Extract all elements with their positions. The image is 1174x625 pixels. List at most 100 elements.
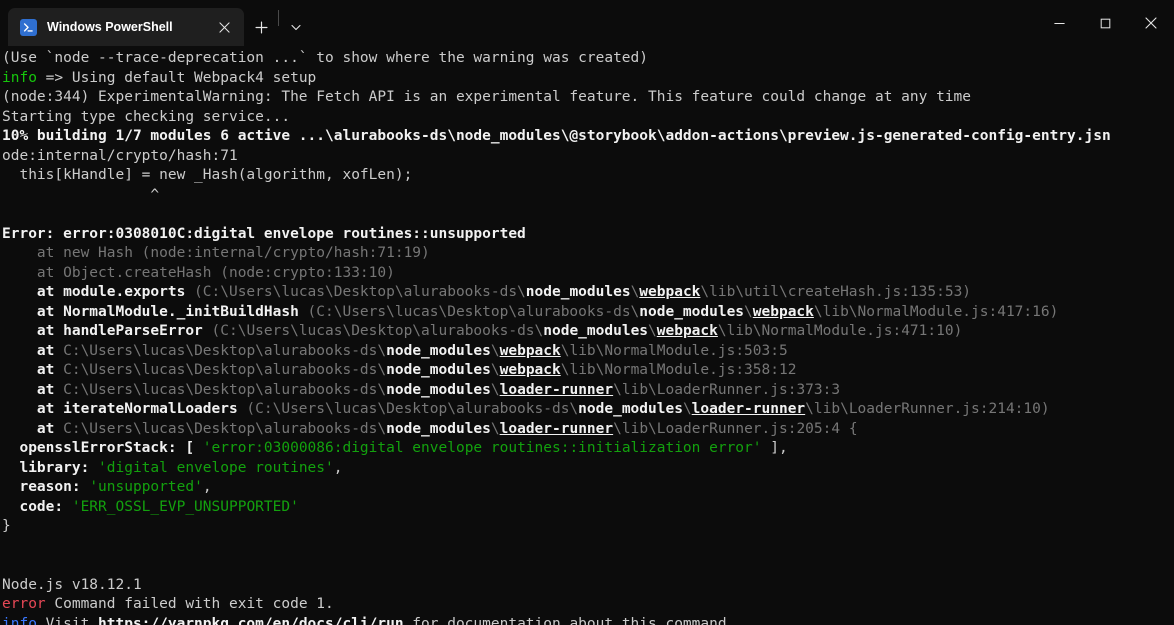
terminal-text: \lib\util\createHash.js:135:53) (700, 284, 972, 300)
close-tab-icon[interactable] (210, 13, 238, 41)
tab-dropdown-button[interactable] (279, 8, 313, 46)
terminal-text: at Object.createHash (node:crypto:133:10… (2, 264, 395, 281)
terminal-text: Visit (36, 615, 99, 625)
terminal-line: at C:\Users\lucas\Desktop\alurabooks-ds\… (2, 342, 1174, 362)
minimize-button[interactable] (1036, 0, 1082, 46)
terminal-line: at iterateNormalLoaders (C:\Users\lucas\… (2, 400, 1174, 420)
path-hyperlink[interactable]: webpack (500, 362, 561, 378)
terminal-text: at (2, 342, 55, 359)
chevron-down-icon (291, 24, 301, 31)
terminal-text: node_modules (639, 303, 745, 320)
terminal-text: code: (2, 498, 72, 515)
terminal-text: this[kHandle] = new _Hash(algorithm, xof… (2, 167, 413, 183)
terminal-line: library: 'digital envelope routines', (2, 459, 1174, 479)
terminal-text: at new Hash (node:internal/crypto/hash:7… (2, 245, 430, 261)
terminal-line: error Command failed with exit code 1. (2, 595, 1174, 615)
terminal-line: at handleParseError (C:\Users\lucas\Desk… (2, 322, 1174, 342)
tab-title: Windows PowerShell (47, 20, 173, 34)
terminal-text: \lib\NormalModule.js:358:12 (560, 362, 797, 378)
path-hyperlink[interactable]: loader-runner (692, 401, 806, 417)
terminal-line: at NormalModule._initBuildHash (C:\Users… (2, 303, 1174, 323)
terminal-line: 10% building 1/7 modules 6 active ...\al… (2, 127, 1174, 147)
terminal-text: (C:\Users\lucas\Desktop\alurabooks-ds\ (185, 284, 526, 300)
path-hyperlink[interactable]: webpack (753, 304, 814, 320)
path-hyperlink[interactable]: webpack (657, 323, 718, 339)
plus-icon (254, 20, 268, 34)
terminal-text: => Using default Webpack4 setup (36, 69, 317, 86)
terminal-text: ode:internal/crypto/hash:71 (2, 147, 238, 164)
path-hyperlink[interactable]: loader-runner (500, 421, 614, 437)
terminal-line: at new Hash (node:internal/crypto/hash:7… (2, 244, 1174, 264)
terminal-text: , (333, 459, 343, 476)
terminal-text: 'error:03000086:digital envelope routine… (202, 440, 762, 456)
terminal-text: \ (490, 362, 500, 378)
terminal-text: C:\Users\lucas\Desktop\alurabooks-ds\ (54, 420, 387, 437)
terminal-text: C:\Users\lucas\Desktop\alurabooks-ds\ (54, 362, 387, 378)
terminal-text: (C:\Users\lucas\Desktop\alurabooks-ds\ (237, 401, 579, 417)
close-icon (1145, 17, 1157, 29)
title-bar: Windows PowerShell (0, 0, 1174, 46)
close-window-button[interactable] (1128, 0, 1174, 46)
path-hyperlink[interactable]: webpack (500, 343, 561, 359)
terminal-text: (C:\Users\lucas\Desktop\alurabooks-ds\ (298, 303, 640, 320)
terminal-line: at C:\Users\lucas\Desktop\alurabooks-ds\… (2, 361, 1174, 381)
terminal-text: \lib\NormalModule.js:417:16) (813, 303, 1059, 320)
terminal-line: (Use `node --trace-deprecation ...` to s… (2, 49, 1174, 69)
terminal-text: Node.js v18.12.1 (2, 576, 142, 593)
terminal-line: at C:\Users\lucas\Desktop\alurabooks-ds\… (2, 381, 1174, 401)
terminal-line: at module.exports (C:\Users\lucas\Deskto… (2, 283, 1174, 303)
minimize-icon (1053, 22, 1065, 24)
terminal-text: \lib\NormalModule.js:503:5 (560, 342, 788, 359)
terminal-text: \lib\LoaderRunner.js:205:4 { (613, 420, 858, 437)
maximize-icon (1100, 18, 1110, 28)
terminal-text: (node:344) ExperimentalWarning: The Fetc… (2, 89, 972, 105)
terminal-text: \ (490, 342, 500, 359)
tab-windows-powershell[interactable]: Windows PowerShell (8, 8, 244, 46)
window-controls (1036, 0, 1174, 46)
terminal-line: info => Using default Webpack4 setup (2, 69, 1174, 89)
terminal-text: (Use `node --trace-deprecation ...` to s… (2, 50, 649, 66)
terminal-line: at Object.createHash (node:crypto:133:10… (2, 264, 1174, 284)
terminal-line: this[kHandle] = new _Hash(algorithm, xof… (2, 166, 1174, 186)
terminal-line: ode:internal/crypto/hash:71 (2, 147, 1174, 167)
path-hyperlink[interactable]: loader-runner (500, 382, 614, 398)
terminal-text: 10% building 1/7 modules 6 active ...\al… (2, 128, 1111, 144)
terminal-text: info (2, 69, 37, 86)
terminal-text: node_modules (543, 323, 649, 339)
terminal-text: 'unsupported' (89, 479, 203, 495)
terminal-text: info (2, 615, 37, 625)
terminal-text: node_modules (386, 362, 491, 378)
terminal-line: Node.js v18.12.1 (2, 576, 1174, 596)
path-hyperlink[interactable]: webpack (639, 284, 700, 300)
terminal-text: at module.exports (2, 284, 186, 300)
terminal-text: error (2, 596, 46, 612)
terminal-text: Error: error:0308010C:digital envelope r… (2, 225, 526, 242)
terminal-text: \ (490, 381, 500, 398)
terminal-text: node_modules (525, 284, 631, 300)
terminal-text: (C:\Users\lucas\Desktop\alurabooks-ds\ (202, 323, 544, 339)
terminal-text: reason: (2, 479, 90, 495)
terminal-text: node_modules (386, 420, 491, 437)
terminal-line: at C:\Users\lucas\Desktop\alurabooks-ds\… (2, 420, 1174, 440)
new-tab-button[interactable] (244, 8, 278, 46)
terminal-text: ^ (2, 186, 160, 203)
powershell-icon (20, 18, 37, 36)
terminal-text: at (2, 362, 55, 378)
terminal-text: \ (648, 323, 657, 339)
terminal-text: for documentation about this command. (403, 615, 736, 625)
terminal-text: 'ERR_OSSL_EVP_UNSUPPORTED' (71, 498, 299, 515)
terminal-text: library: (2, 459, 99, 476)
terminal-line: } (2, 517, 1174, 537)
terminal-line: reason: 'unsupported', (2, 478, 1174, 498)
terminal-text: \ (630, 284, 640, 300)
terminal-text: } (2, 518, 11, 534)
terminal-text: \ (682, 401, 692, 417)
tab-strip: Windows PowerShell (0, 0, 313, 46)
terminal-output[interactable]: (Use `node --trace-deprecation ...` to s… (0, 46, 1174, 625)
terminal-text: node_modules (386, 381, 491, 398)
maximize-button[interactable] (1082, 0, 1128, 46)
terminal-line: ^ (2, 186, 1174, 206)
